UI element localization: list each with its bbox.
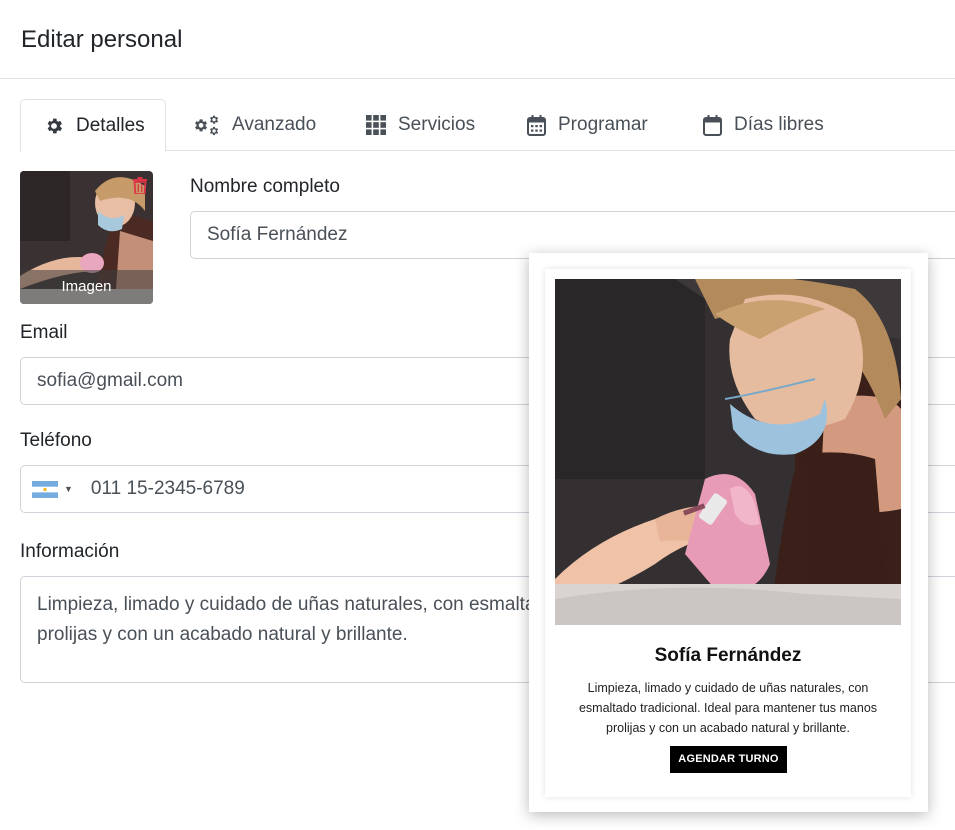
trash-icon (133, 177, 147, 195)
tab-label: Detalles (76, 114, 145, 136)
phone-input[interactable]: 011 15-2345-6789 (91, 478, 245, 500)
profile-preview-popup: Sofía Fernández Limpieza, limado y cuida… (529, 253, 928, 812)
grid-icon (366, 115, 386, 135)
tab-avanzado[interactable]: Avanzado (194, 99, 316, 151)
tab-dias-libres[interactable]: Días libres (703, 99, 824, 151)
tab-label: Días libres (734, 114, 824, 135)
tab-detalles[interactable]: Detalles (20, 99, 166, 152)
full-name-label: Nombre completo (190, 176, 340, 197)
book-appointment-button[interactable]: AGENDAR TURNO (670, 746, 787, 773)
tab-label: Avanzado (232, 114, 317, 135)
page-title: Editar personal (21, 26, 183, 53)
gear-icon (47, 118, 62, 133)
country-select[interactable]: ▼ (32, 480, 73, 498)
phone-label: Teléfono (20, 430, 92, 451)
tab-label: Programar (558, 114, 648, 135)
delete-image-button[interactable] (133, 177, 147, 199)
tab-label: Servicios (398, 114, 476, 135)
info-label: Información (20, 541, 120, 562)
full-name-input[interactable] (190, 211, 955, 259)
preview-name: Sofía Fernández (654, 645, 802, 666)
preview-photo (555, 279, 901, 625)
tab-programar[interactable]: Programar (527, 99, 648, 151)
chevron-down-icon: ▼ (64, 484, 73, 494)
manicurist-photo (555, 279, 901, 625)
avatar[interactable]: Imagen (20, 171, 153, 304)
calendar-blank-icon (703, 114, 722, 136)
gears-icon (195, 115, 219, 136)
argentina-flag-icon (32, 480, 58, 498)
tab-servicios[interactable]: Servicios (366, 99, 475, 151)
calendar-icon (527, 114, 546, 136)
preview-description: Limpieza, limado y cuidado de uñas natur… (578, 681, 878, 735)
email-label: Email (20, 322, 68, 343)
avatar-caption: Imagen (20, 270, 153, 304)
header-divider (0, 78, 955, 79)
tab-bar: Detalles Avanzado Servicios Programar Dí… (20, 99, 955, 152)
profile-preview-card: Sofía Fernández Limpieza, limado y cuida… (545, 269, 911, 797)
